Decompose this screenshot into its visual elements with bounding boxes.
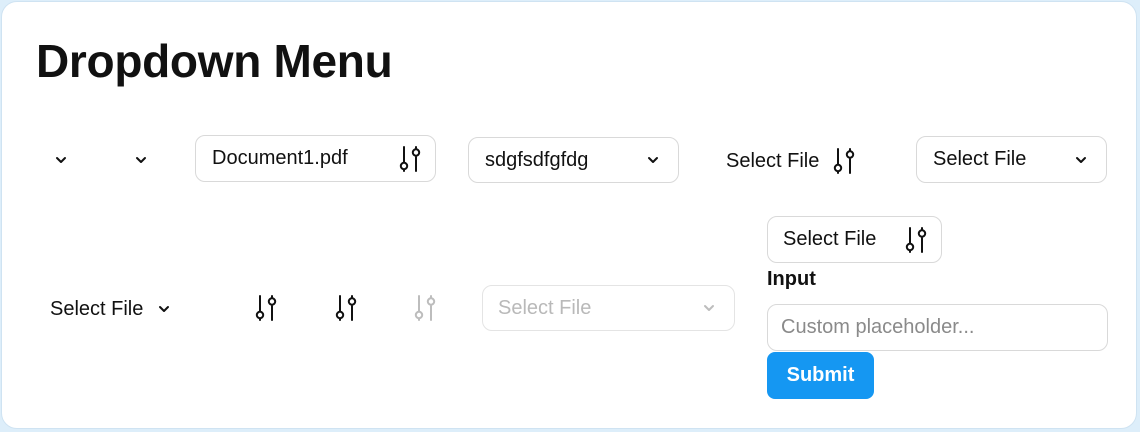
dropdown-label: Document1.pdf [212,147,348,169]
sliders-icon-button-disabled[interactable] [411,292,439,324]
side-file-select-dropdown[interactable]: Select File [767,216,942,263]
document-select-dropdown[interactable]: Document1.pdf [195,135,436,182]
custom-input-field[interactable] [767,304,1108,351]
chevron-down-icon [702,303,716,313]
sliders-icon [333,293,359,323]
sliders-icon [903,225,929,255]
chevron-down-icon [1074,155,1088,165]
sliders-icon [253,293,279,323]
dropdown-label: Select File [783,228,877,250]
chevron-down-icon [54,155,68,165]
chevron-down-icon [134,155,148,165]
dropdown-label: sdgfsdfgfdg [485,148,589,171]
file-select-dropdown[interactable]: Select File [916,136,1107,183]
disabled-select-dropdown[interactable]: Select File [482,285,735,331]
chevron-down-icon [646,155,660,165]
dropdown-demo-card: Dropdown Menu Document1.pdf sdgfsdfgfdg … [1,1,1137,429]
chevron-down-icon [157,304,171,314]
sliders-icon-button-1[interactable] [252,292,280,324]
dropdown-label: Select File [726,149,820,172]
dropdown-label: Select File [933,148,1027,170]
page-title: Dropdown Menu [36,35,393,87]
sliders-icon-button-2[interactable] [332,292,360,324]
text-select-dropdown[interactable]: sdgfsdfgfdg [468,137,679,183]
plain-file-select-dropdown[interactable]: Select File [726,140,878,182]
chevron-only-dropdown-2[interactable] [130,148,152,172]
submit-button[interactable]: Submit [767,352,874,399]
plain-select-dropdown[interactable]: Select File [50,288,196,330]
sliders-icon [412,293,438,323]
sliders-icon [831,146,857,176]
chevron-only-dropdown-1[interactable] [50,148,72,172]
dropdown-label: Select File [50,297,144,320]
input-label: Input [767,268,816,290]
sliders-icon [397,144,423,174]
dropdown-label: Select File [498,296,592,319]
